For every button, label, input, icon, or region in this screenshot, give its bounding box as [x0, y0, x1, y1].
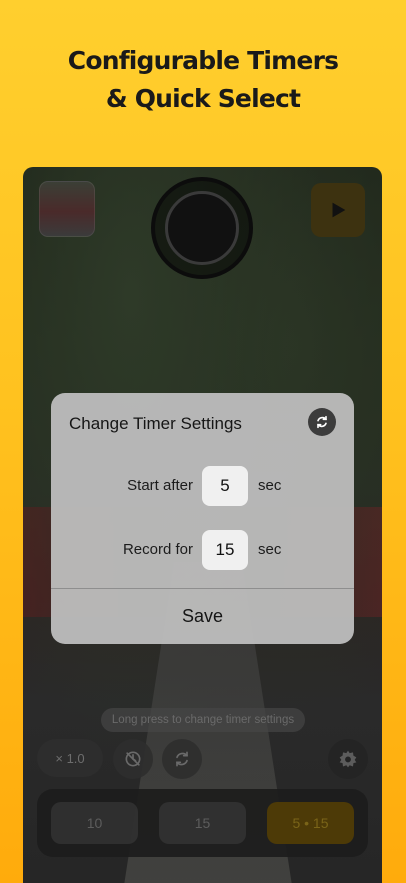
headline-line-2: & Quick Select	[105, 84, 301, 113]
reset-icon	[317, 415, 327, 429]
save-button[interactable]: Save	[51, 589, 354, 644]
preset-10[interactable]: 10	[51, 802, 138, 844]
timer-off-icon	[125, 751, 141, 767]
start-after-unit: sec	[258, 477, 282, 494]
timer-off-button[interactable]	[113, 739, 153, 779]
flip-camera-icon	[176, 751, 188, 767]
timer-settings-dialog: Change Timer Settings Start after 5 sec …	[51, 393, 354, 644]
headline: Configurable Timers & Quick Select	[0, 42, 406, 118]
timer-preset-bar: 10 15 5 • 15	[37, 789, 368, 857]
play-button[interactable]	[311, 183, 365, 237]
zoom-button[interactable]: × 1.0	[37, 739, 103, 777]
gear-icon	[339, 750, 357, 768]
record-for-row: Record for 15 sec	[51, 530, 354, 570]
start-after-label: Start after	[127, 477, 193, 494]
record-for-input[interactable]: 15	[202, 530, 248, 570]
preset-5-15[interactable]: 5 • 15	[267, 802, 354, 844]
flip-camera-button[interactable]	[162, 739, 202, 779]
timer-hint: Long press to change timer settings	[101, 708, 305, 732]
record-button-core	[165, 191, 239, 265]
record-for-unit: sec	[258, 541, 282, 558]
start-after-input[interactable]: 5	[202, 466, 248, 506]
reset-button[interactable]	[308, 408, 336, 436]
last-recording-thumbnail[interactable]	[39, 181, 95, 237]
preset-15[interactable]: 15	[159, 802, 246, 844]
record-for-label: Record for	[122, 541, 193, 558]
play-icon	[332, 202, 346, 218]
dialog-title: Change Timer Settings	[69, 414, 242, 433]
record-button[interactable]	[151, 177, 253, 279]
headline-line-1: Configurable Timers	[67, 46, 339, 75]
start-after-row: Start after 5 sec	[51, 466, 354, 506]
settings-button[interactable]	[328, 739, 368, 779]
